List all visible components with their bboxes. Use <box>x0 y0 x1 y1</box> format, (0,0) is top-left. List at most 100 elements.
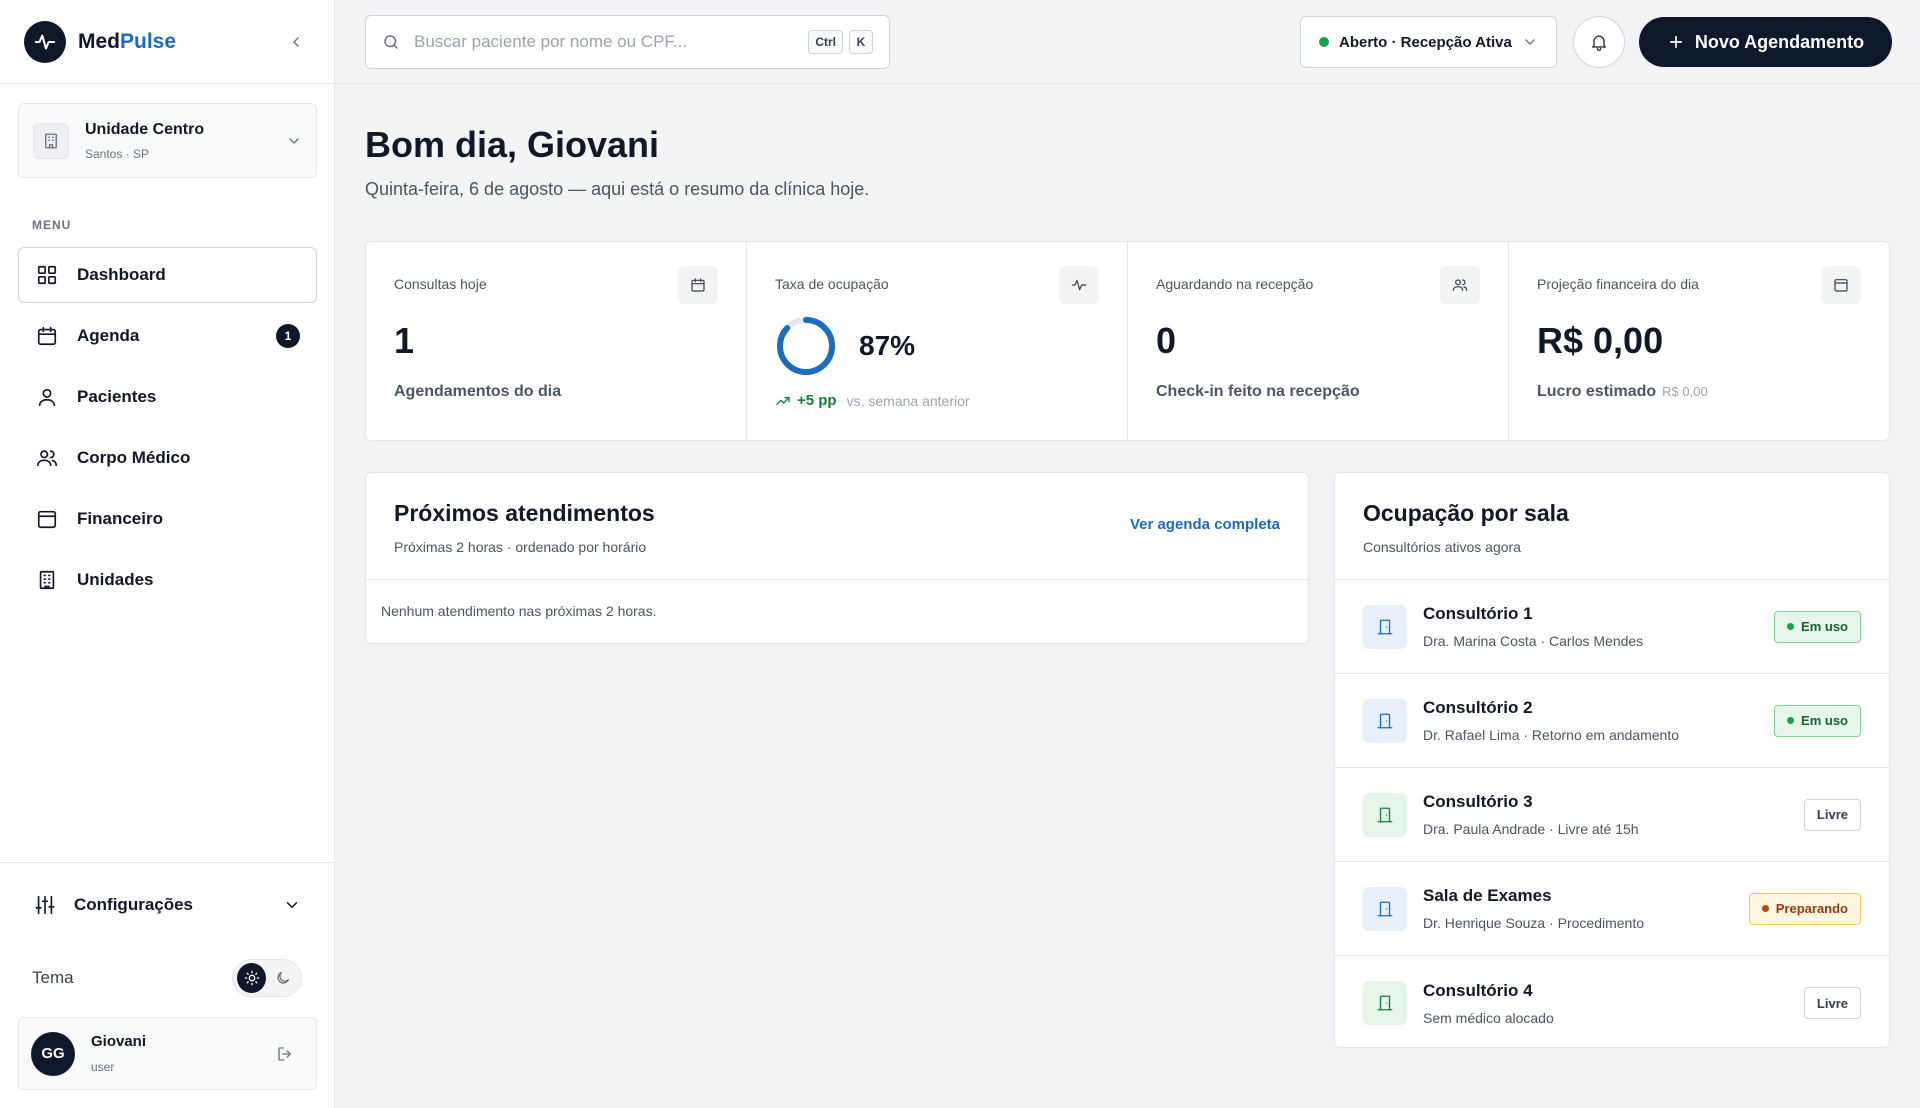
avatar: GG <box>31 1031 75 1076</box>
room-row[interactable]: Consultório 3 Dra. Paula Andrade · Livre … <box>1335 768 1889 862</box>
empty-state-message: Nenhum atendimento nas próximas 2 horas. <box>381 603 657 619</box>
room-detail: Sem médico alocado <box>1423 1009 1554 1026</box>
brand-name: MedPulse <box>78 30 176 54</box>
activity-icon <box>1059 266 1099 304</box>
occupancy-ring-chart <box>777 317 835 375</box>
card-subtitle: Consultórios ativos agora <box>1363 539 1521 555</box>
search-input[interactable] <box>414 32 794 52</box>
user-role: user <box>91 1060 115 1074</box>
room-status-label: Em uso <box>1801 713 1848 728</box>
room-name: Consultório 4 <box>1423 980 1533 1000</box>
clinic-status-dropdown[interactable]: Aberto · Recepção Ativa <box>1300 16 1557 68</box>
new-appointment-button[interactable]: Novo Agendamento <box>1639 17 1892 67</box>
nav-item-label: Pacientes <box>77 387 157 406</box>
room-name: Consultório 3 <box>1423 792 1533 811</box>
kpi-sub: Agendamentos do dia <box>394 383 562 400</box>
room-list: Consultório 1 Dra. Marina Costa · Carlos … <box>1335 580 1889 1050</box>
new-appointment-label: Novo Agendamento <box>1694 31 1865 52</box>
kpi-trend: +5 pp vs. semana anterior <box>775 392 970 409</box>
trending-up-icon <box>776 396 790 405</box>
kpi-title: Consultas hoje <box>394 276 487 292</box>
search-icon <box>384 35 398 49</box>
user-name: Giovani <box>91 1033 147 1050</box>
pulse-logo-icon <box>24 20 66 63</box>
status-dot <box>1787 717 1795 724</box>
chevron-down-icon <box>1522 34 1538 50</box>
sliders-icon <box>34 894 56 916</box>
shortcut-key-ctrl: Ctrl <box>808 30 843 54</box>
unit-location: Santos · SP <box>85 146 150 161</box>
nav-item-label: Dashboard <box>77 265 166 284</box>
wallet-icon <box>1821 266 1861 304</box>
door-icon <box>1363 698 1407 743</box>
room-row[interactable]: Consultório 4 Sem médico alocado Livre <box>1335 956 1889 1050</box>
kpi-value: 87% <box>859 330 916 361</box>
room-row[interactable]: Consultório 2 Dr. Rafael Lima · Retorno e… <box>1335 674 1889 768</box>
status-dot <box>1761 905 1769 912</box>
unit-selector[interactable]: Unidade Centro Santos · SP <box>18 103 317 178</box>
keyboard-shortcut: Ctrl K <box>808 30 873 54</box>
wallet-icon <box>35 507 59 531</box>
nav-item-dashboard[interactable]: Dashboard <box>18 247 317 303</box>
theme-toggle[interactable] <box>232 959 302 997</box>
room-row[interactable]: Sala de Exames Dr. Henrique Souza · Proce… <box>1335 862 1889 956</box>
nav-item-corpo-medico[interactable]: Corpo Médico <box>18 430 317 486</box>
room-status-badge: Em uso <box>1774 610 1861 643</box>
kpi-consultas-hoje: Consultas hoje 1 Agendamentos do dia <box>366 242 747 440</box>
moon-icon[interactable] <box>268 963 297 993</box>
room-occupancy-card: Ocupação por sala Consultórios ativos ag… <box>1334 472 1890 1048</box>
trend-value: +5 pp <box>797 392 837 409</box>
kpi-value: R$ 0,00 <box>1537 320 1664 361</box>
door-icon <box>1363 886 1407 931</box>
door-icon <box>1363 981 1407 1025</box>
room-name: Sala de Exames <box>1423 886 1552 905</box>
kpi-title: Taxa de ocupação <box>775 276 889 292</box>
occupancy-ring: 87% <box>775 315 915 377</box>
kpi-value: 0 <box>1156 320 1177 361</box>
user-card: GG Giovani user <box>18 1017 317 1090</box>
view-full-agenda-link[interactable]: Ver agenda completa <box>1130 516 1280 533</box>
room-status-badge: Em uso <box>1774 704 1861 737</box>
theme-label: Tema <box>32 968 74 987</box>
notifications-button[interactable] <box>1573 16 1625 68</box>
room-row[interactable]: Consultório 1 Dra. Marina Costa · Carlos … <box>1335 580 1889 674</box>
kpi-sub-label: Lucro estimado <box>1537 383 1657 400</box>
nav-item-label: Financeiro <box>77 509 163 528</box>
shortcut-key-k: K <box>849 30 873 54</box>
nav-item-financeiro[interactable]: Financeiro <box>18 491 317 547</box>
collapse-sidebar-button[interactable] <box>282 28 310 56</box>
page-subtitle: Quinta-feira, 6 de agosto — aqui está o … <box>365 179 870 199</box>
sun-icon[interactable] <box>237 963 266 993</box>
room-status-label: Livre <box>1816 807 1848 822</box>
search-box[interactable]: Ctrl K <box>365 15 890 69</box>
kpi-sub: Lucro estimado R$ 0,00 <box>1537 383 1708 401</box>
room-detail: Dr. Henrique Souza · Procedimento <box>1423 915 1644 931</box>
theme-row: Tema <box>32 958 302 998</box>
building-icon <box>35 568 59 592</box>
room-name: Consultório 2 <box>1423 698 1533 717</box>
grid-icon <box>35 263 59 287</box>
kpi-strip: Consultas hoje 1 Agendamentos do dia Tax… <box>365 241 1890 441</box>
card-title: Ocupação por sala <box>1363 500 1569 526</box>
logout-button[interactable] <box>276 1045 294 1063</box>
nav-item-label: Unidades <box>77 570 154 589</box>
nav-item-unidades[interactable]: Unidades <box>18 552 317 608</box>
users-icon <box>1440 266 1480 304</box>
card-subtitle: Próximas 2 horas · ordenado por horário <box>394 539 647 555</box>
kpi-sub-small: R$ 0,00 <box>1662 384 1708 399</box>
kpi-value: 1 <box>394 320 415 361</box>
upcoming-appointments-card: Próximos atendimentos Próximas 2 horas ·… <box>365 472 1309 644</box>
door-icon <box>1363 604 1407 649</box>
chevron-down-icon <box>283 896 301 914</box>
calendar-icon <box>678 266 718 304</box>
brand-name-part2: Pulse <box>120 29 177 53</box>
user-icon <box>35 385 59 409</box>
settings-menu[interactable]: Configurações <box>18 880 317 930</box>
kpi-title: Aguardando na recepção <box>1156 276 1314 292</box>
room-status-badge: Livre <box>1803 798 1861 831</box>
kpi-taxa-ocupacao: Taxa de ocupação 87% +5 pp vs. semana an… <box>747 242 1128 440</box>
room-detail: Dra. Marina Costa · Carlos Mendes <box>1423 633 1644 649</box>
logout-icon <box>278 1046 291 1061</box>
nav-item-agenda[interactable]: Agenda 1 <box>18 308 317 364</box>
nav-item-pacientes[interactable]: Pacientes <box>18 369 317 425</box>
